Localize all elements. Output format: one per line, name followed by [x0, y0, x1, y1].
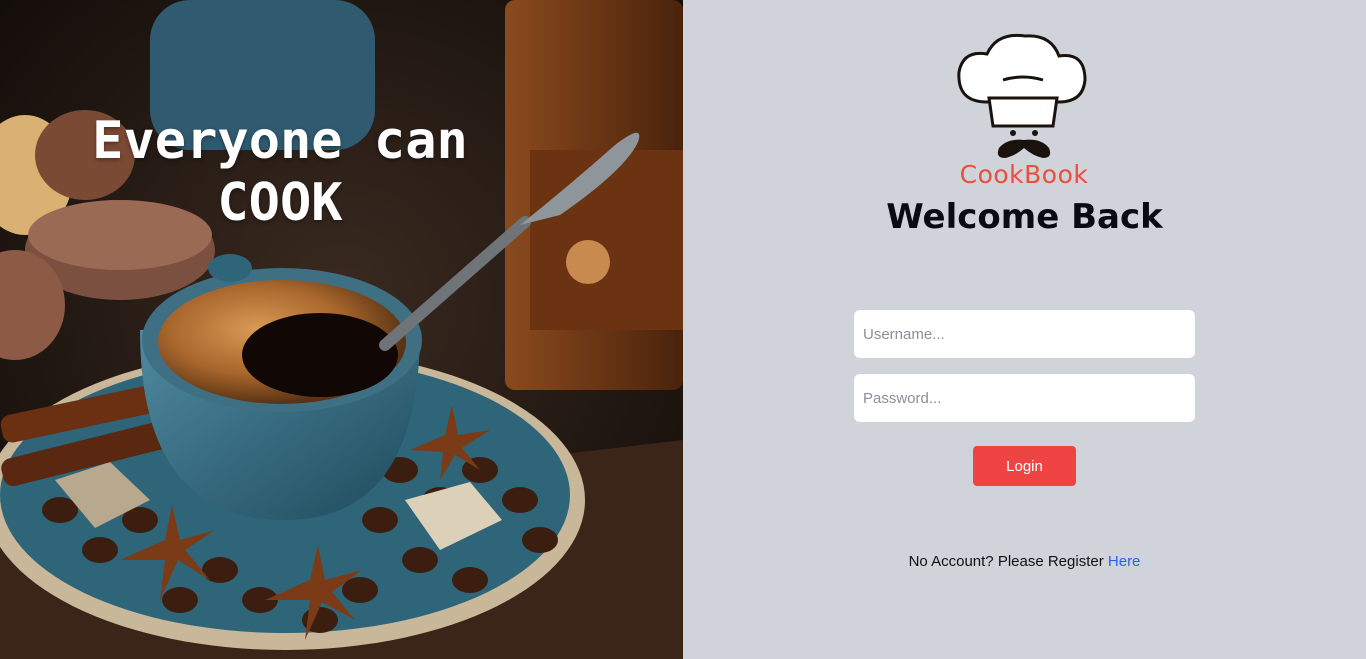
hero-heading: Everyone can COOK [0, 110, 560, 234]
login-button[interactable]: Login [973, 446, 1076, 486]
page-title: Welcome Back [886, 197, 1163, 237]
register-link[interactable]: Here [1108, 553, 1141, 570]
hero-line-1: Everyone can [92, 111, 468, 171]
hero-line-2: COOK [217, 173, 343, 233]
hero-image-panel: Everyone can COOK [0, 0, 683, 659]
password-input[interactable] [854, 374, 1195, 422]
coffee-photo [0, 0, 683, 659]
register-prompt: No Account? Please Register Here [683, 553, 1366, 570]
brand-name: CookBook [959, 160, 1089, 189]
username-input[interactable] [854, 310, 1195, 358]
login-panel: CookBook Welcome Back Login No Account? … [683, 0, 1366, 659]
register-prompt-text: No Account? Please Register [908, 553, 1104, 570]
